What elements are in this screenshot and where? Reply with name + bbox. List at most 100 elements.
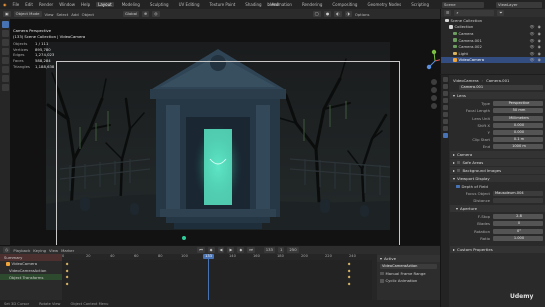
viewport-menu-select[interactable]: Select [57, 12, 69, 17]
view-layer-tab-icon[interactable] [442, 98, 448, 103]
shift-x-field[interactable]: 0.000 [493, 122, 543, 128]
timeline-menu-playback[interactable]: Playback [13, 248, 30, 253]
play-reverse-button[interactable]: ◀ [217, 247, 225, 253]
scene-selector[interactable]: Scene [442, 1, 484, 8]
workspace-tab-layout[interactable]: Layout [96, 2, 114, 7]
action-name-field[interactable]: VideoCameraAction [380, 263, 437, 269]
channel-summary[interactable]: Summary [0, 254, 62, 261]
outliner-row-videocamera[interactable]: VideoCamera 👁 ◉ [441, 56, 545, 64]
workspace-tab-scripting[interactable]: Scripting [409, 2, 431, 7]
viewport-shading-rendered[interactable]: ◑ [344, 11, 352, 17]
pan-view-icon[interactable] [430, 87, 437, 93]
editor-type-button[interactable]: ▣ [3, 11, 11, 17]
outliner-filter-button[interactable]: ⏷ [497, 10, 505, 16]
workspace-tab-compositing[interactable]: Compositing [330, 2, 359, 7]
cyclic-animation-checkbox[interactable] [380, 279, 384, 283]
aperture-panel-header[interactable]: ▾ Aperture [450, 205, 545, 213]
viewport-shading-material[interactable]: ◐ [334, 11, 342, 17]
transform-tool-icon[interactable] [1, 66, 9, 73]
output-tab-icon[interactable] [442, 91, 448, 96]
object-tab-icon[interactable] [442, 119, 448, 124]
playhead-line[interactable] [208, 254, 209, 301]
keyframe[interactable] [347, 282, 351, 286]
snap-button[interactable]: ⊕ [142, 11, 150, 17]
lens-panel-header[interactable]: ▾ Lens [450, 92, 545, 100]
outliner-display-mode[interactable]: ☰ [444, 10, 452, 16]
focus-object-field[interactable]: Mausoleum.004 [493, 190, 543, 196]
viewport-shading-solid[interactable]: ● [323, 11, 332, 17]
clip-end-field[interactable]: 1000 m [493, 144, 543, 150]
timeline-menu-view[interactable]: View [49, 248, 58, 253]
manual-frame-range-checkbox[interactable] [380, 271, 384, 276]
blender-logo-icon[interactable]: ◉ [3, 2, 7, 7]
timeline-keyframe-area[interactable] [62, 260, 372, 301]
keyframe[interactable] [347, 262, 351, 266]
keyframe[interactable] [347, 275, 351, 279]
scale-tool-icon[interactable] [1, 57, 9, 64]
view-layer-selector[interactable]: ViewLayer [496, 1, 542, 8]
workspace-tab-modeling[interactable]: Modeling [120, 2, 142, 7]
fstop-field[interactable]: 2.8 [493, 214, 543, 220]
channel-videocamera[interactable]: VideoCamera [0, 261, 62, 268]
current-frame-field[interactable]: 133 [263, 247, 275, 253]
measure-tool-icon[interactable] [1, 84, 9, 91]
menu-window[interactable]: Window [59, 2, 75, 7]
outliner-row-camera-002[interactable]: Camera.002 👁 ◉ [441, 43, 545, 50]
menu-render[interactable]: Render [39, 2, 53, 7]
viewport-display-panel-header[interactable]: ▾ Viewport Display [450, 174, 545, 182]
annotate-tool-icon[interactable] [1, 75, 9, 82]
select-box-tool-icon[interactable] [1, 21, 9, 28]
outliner-row-camera[interactable]: Camera 👁 ◉ [441, 30, 545, 37]
outliner-row-scene-collection[interactable]: Scene Collection [441, 17, 545, 24]
outliner-row-camera-001[interactable]: Camera.001 👁 ◉ [441, 37, 545, 44]
next-keyframe-button[interactable]: ◆ [237, 247, 245, 253]
playhead-frame-label[interactable]: 133 [203, 254, 214, 259]
workspace-tab-rendering[interactable]: Rendering [300, 2, 324, 7]
scene-tab-icon[interactable] [442, 105, 448, 110]
timeline-editor-type[interactable]: ◷ [3, 247, 11, 253]
workspace-tab-sculpting[interactable]: Sculpting [148, 2, 171, 7]
jump-end-button[interactable]: ⏭ [247, 247, 255, 253]
viewport-menu-add[interactable]: Add [71, 12, 78, 17]
background-images-checkbox[interactable] [456, 168, 461, 173]
outliner-row-light[interactable]: Light 👁 ◉ [441, 50, 545, 57]
clip-start-field[interactable]: 0.1 m [493, 137, 543, 143]
mode-selector[interactable]: Object Mode [13, 11, 42, 17]
workspace-tab-uv-editing[interactable]: UV Editing [177, 2, 202, 7]
custom-properties-panel-header[interactable]: ▸ Custom Properties [450, 245, 545, 253]
workspace-tab-texture-paint[interactable]: Texture Paint [207, 2, 237, 7]
jump-start-button[interactable]: ⏮ [197, 247, 205, 253]
keyframe[interactable] [347, 269, 351, 273]
lens-unit-dropdown[interactable]: Millimeters [493, 115, 543, 121]
rotate-tool-icon[interactable] [1, 48, 9, 55]
tool-tab-icon[interactable] [442, 77, 448, 82]
start-frame-field[interactable]: 1 [277, 247, 285, 253]
camera-panel-header[interactable]: ▸ Camera [450, 151, 545, 159]
background-images-panel-header[interactable]: ▸ Background Images [450, 167, 545, 174]
keyframe[interactable] [65, 269, 69, 273]
camera-datablock-field[interactable]: Camera.001 [459, 85, 543, 91]
menu-edit[interactable]: Edit [25, 2, 33, 7]
proportional-edit-button[interactable]: ◎ [152, 11, 160, 17]
camera-view-icon[interactable] [430, 95, 437, 101]
end-frame-field[interactable]: 250 [287, 247, 299, 253]
workspace-tab-geometry-nodes[interactable]: Geometry Nodes [365, 2, 403, 7]
outliner-search-field[interactable]: ⌕ [454, 10, 495, 16]
menu-file[interactable]: File [13, 2, 20, 7]
safe-areas-panel-header[interactable]: ▸ Safe Areas [450, 159, 545, 167]
play-button[interactable]: ▶ [227, 247, 235, 253]
shift-y-field[interactable]: 0.000 [493, 130, 543, 136]
channel-object-transforms[interactable]: Object Transforms [0, 273, 62, 281]
menu-help[interactable]: Help [81, 2, 90, 7]
ratio-field[interactable]: 1.000 [493, 235, 543, 241]
ortho-toggle-icon[interactable] [430, 103, 437, 109]
zoom-view-icon[interactable] [430, 79, 437, 85]
timeline-menu-marker[interactable]: Marker [61, 248, 74, 253]
move-tool-icon[interactable] [1, 39, 9, 46]
active-action-header[interactable]: ▾ Active [377, 255, 440, 262]
prev-keyframe-button[interactable]: ◆ [207, 247, 215, 253]
blades-field[interactable]: 0 [493, 221, 543, 227]
outliner-row-collection[interactable]: Collection 👁 ◉ [441, 24, 545, 31]
world-tab-icon[interactable] [442, 112, 448, 117]
keyframe[interactable] [65, 282, 69, 286]
